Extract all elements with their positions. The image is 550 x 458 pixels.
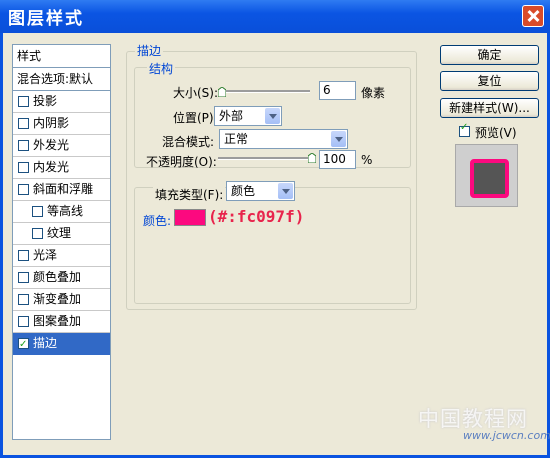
style-item-label: 渐变叠加 (33, 292, 82, 306)
blend-mode-select-value: 正常 (224, 132, 249, 146)
style-item[interactable]: 内阴影 (13, 113, 110, 135)
blend-mode-label: 混合模式: (162, 135, 215, 149)
chevron-down-icon (278, 183, 293, 199)
style-item-label: 光泽 (33, 248, 58, 262)
size-slider-thumb[interactable] (218, 87, 226, 97)
chevron-down-icon (331, 131, 346, 147)
style-item[interactable]: 内发光 (13, 157, 110, 179)
close-button[interactable] (522, 5, 544, 27)
position-select-value: 外部 (219, 109, 244, 123)
style-list: 样式 混合选项:默认 投影内阴影外发光内发光斜面和浮雕等高线纹理光泽颜色叠加渐变… (12, 44, 111, 440)
size-slider-track[interactable] (220, 90, 310, 93)
position-select[interactable]: 外部 (214, 106, 282, 126)
style-checkbox[interactable] (18, 272, 29, 283)
blend-options-item[interactable]: 混合选项:默认 (13, 68, 110, 91)
fill-group (134, 187, 411, 304)
style-checkbox[interactable] (18, 316, 29, 327)
opacity-input[interactable]: 100 (319, 150, 356, 169)
style-item-label: 图案叠加 (33, 314, 82, 328)
blend-mode-select[interactable]: 正常 (219, 129, 348, 149)
style-item-label: 内阴影 (33, 116, 70, 130)
style-item[interactable]: 投影 (13, 91, 110, 113)
stroke-group-title: 描边 (135, 42, 164, 59)
layer-style-dialog: 图层样式 样式 混合选项:默认 投影 内阴影 外发光 内发光 斜面和浮雕 等高线 纹理 光泽颜… (0, 0, 550, 458)
fill-type-select[interactable]: 颜色 (226, 181, 295, 201)
style-item[interactable]: 颜色叠加 (13, 267, 110, 289)
style-item-label: 纹理 (47, 226, 72, 240)
opacity-slider-thumb[interactable] (308, 153, 316, 163)
style-checkbox[interactable] (18, 140, 29, 151)
style-checkbox[interactable] (32, 206, 43, 217)
style-item-label: 内发光 (33, 160, 70, 174)
ok-button[interactable]: 确定 (440, 45, 539, 65)
style-item-label: 斜面和浮雕 (33, 182, 94, 196)
style-checkbox[interactable] (18, 250, 29, 261)
title-bar[interactable]: 图层样式 (0, 0, 550, 33)
style-preview (455, 144, 518, 207)
style-item-label: 描边 (33, 336, 58, 350)
reset-button[interactable]: 复位 (440, 71, 539, 91)
style-item[interactable]: 外发光 (13, 135, 110, 157)
style-checkbox[interactable] (32, 228, 43, 239)
style-checkbox[interactable] (18, 118, 29, 129)
fill-type-label: 填充类型(F): (153, 186, 226, 203)
watermark-url: www.jcwcn.com (463, 429, 550, 442)
fill-type-select-value: 颜色 (231, 184, 256, 198)
style-item[interactable]: 图案叠加 (13, 311, 110, 333)
size-unit-label: 像素 (361, 86, 386, 100)
style-item[interactable]: 斜面和浮雕 (13, 179, 110, 201)
style-checkbox[interactable] (18, 162, 29, 173)
style-item[interactable]: 等高线 (13, 201, 110, 223)
style-checkbox[interactable] (18, 96, 29, 107)
style-item-label: 颜色叠加 (33, 270, 82, 284)
style-item-label: 等高线 (47, 204, 84, 218)
color-hex-note: (#:fc097f) (208, 207, 305, 226)
style-checkbox[interactable] (18, 334, 29, 355)
opacity-unit-label: % (361, 153, 373, 167)
style-item[interactable]: 描边 (13, 333, 110, 355)
style-item[interactable]: 光泽 (13, 245, 110, 267)
preview-thumbnail (470, 159, 509, 198)
style-checkbox[interactable] (18, 294, 29, 305)
style-item-label: 外发光 (33, 138, 70, 152)
size-input[interactable]: 6 (319, 81, 356, 100)
structure-group-title: 结构 (147, 60, 176, 77)
color-label: 颜色: (143, 214, 172, 228)
stroke-color-swatch[interactable] (174, 209, 206, 226)
position-label: 位置(P): (173, 111, 218, 125)
style-item-label: 投影 (33, 94, 58, 108)
new-style-button[interactable]: 新建样式(W)... (440, 98, 539, 118)
opacity-label: 不透明度(O): (146, 155, 217, 169)
preview-label: 预览(V) (475, 126, 517, 140)
size-label: 大小(S): (173, 86, 219, 100)
preview-checkbox-box[interactable] (459, 122, 470, 137)
window-title: 图层样式 (8, 9, 84, 29)
opacity-slider-track[interactable] (218, 157, 316, 160)
style-checkbox[interactable] (18, 184, 29, 195)
style-list-header[interactable]: 样式 (13, 45, 110, 68)
style-item[interactable]: 纹理 (13, 223, 110, 245)
chevron-down-icon (265, 108, 280, 124)
style-item[interactable]: 渐变叠加 (13, 289, 110, 311)
dialog-body: 样式 混合选项:默认 投影内阴影外发光内发光斜面和浮雕等高线纹理光泽颜色叠加渐变… (3, 33, 550, 455)
